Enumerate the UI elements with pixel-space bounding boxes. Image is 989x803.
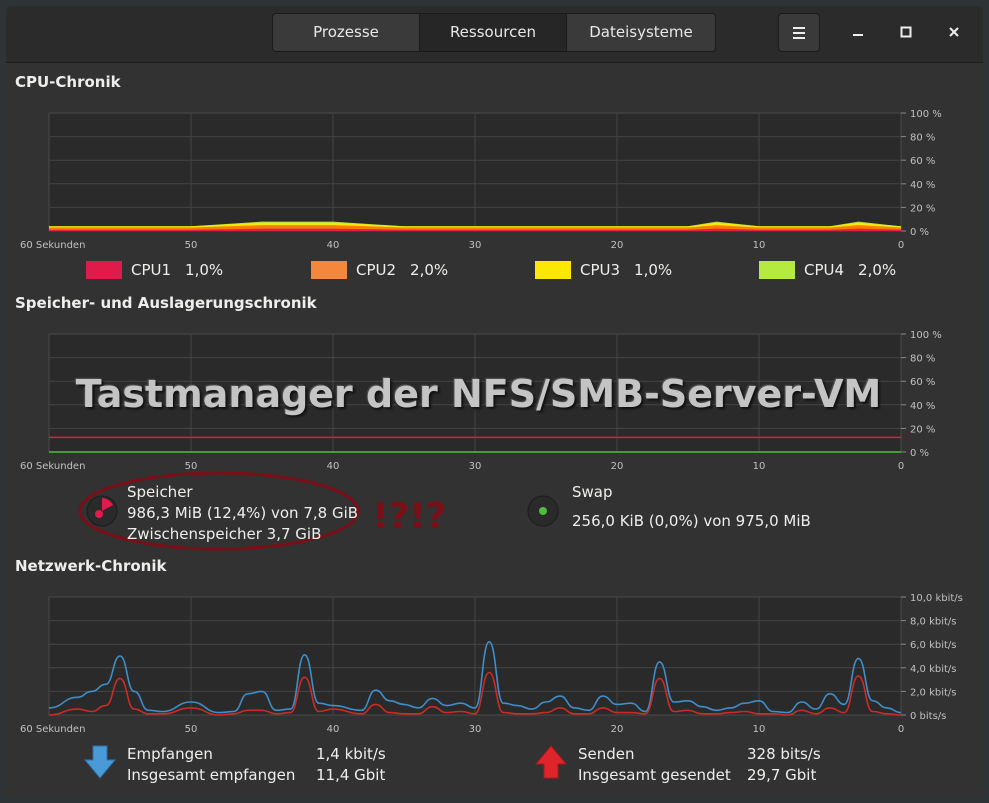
y-tick-label: 60 % [910,156,935,167]
header-bar: Prozesse Ressourcen Dateisysteme [6,6,983,63]
app-window: Prozesse Ressourcen Dateisysteme CPU-Chr… [6,6,983,797]
swap-info: Swap 256,0 KiB (0,0%) von 975,0 MiB [572,482,811,532]
swap-pie-icon [527,495,559,527]
cpu2-value: 2,0% [410,261,449,279]
send-label: Senden [578,745,635,763]
memory-section-title: Speicher- und Auslagerungschronik [15,294,317,312]
cpu2-color-swatch[interactable] [311,261,347,279]
send-rate: 328 bits/s [747,745,821,763]
memory-label: Speicher [127,483,193,501]
memory-info: Speicher 986,3 MiB (12,4%) von 7,8 GiB Z… [127,482,358,545]
x-tick-label: 20 [611,724,624,735]
y-tick-label: 20 % [910,424,935,435]
x-tick-label: 40 [327,724,340,735]
y-tick-label: 8,0 kbit/s [910,617,957,628]
receive-total-label: Insgesamt empfangen [127,766,296,784]
receive-label: Empfangen [127,745,213,763]
receive-rate: 1,4 kbit/s [316,745,386,763]
exclamation-annotation: !?!? [372,496,447,537]
memory-usage: 986,3 MiB (12,4%) von 7,8 GiB [127,504,359,522]
cpu1-label: CPU1 [131,261,172,279]
y-tick-label: 6,0 kbit/s [910,640,957,651]
cpu-history-chart: 60 Sekunden 50 40 30 20 10 0 100 % 80 % 60 % 40 % 2… [20,109,942,251]
y-tick-label: 20 % [910,203,935,214]
cpu-legend-cpu4: CPU4 2,0% [759,261,896,279]
x-tick-label: 30 [469,724,482,735]
view-switcher: Prozesse Ressourcen Dateisysteme [272,13,716,52]
x-tick-label: 60 Sekunden [20,724,85,735]
send-values: 328 bits/s 29,7 Gbit [747,744,821,786]
cpu1-value: 1,0% [185,261,224,279]
cpu-legend-cpu2: CPU2 2,0% [311,261,448,279]
y-tick-label: 10,0 kbit/s [910,593,963,604]
network-section-title: Netzwerk-Chronik [15,557,167,575]
x-tick-label: 60 Sekunden [20,240,85,251]
minimize-icon [853,34,863,36]
send-labels: Senden Insgesamt gesendet [578,744,731,786]
close-button[interactable] [934,13,974,50]
y-tick-label: 80 % [910,133,935,144]
x-tick-label: 50 [185,240,198,251]
cpu2-label: CPU2 [356,261,397,279]
x-tick-label: 30 [469,461,482,472]
cpu4-value: 2,0% [858,261,897,279]
overlay-caption: Tastmanager der NFS/SMB-Server-VM [75,372,882,416]
cpu-section-title: CPU-Chronik [15,73,121,91]
y-tick-label: 2,0 kbit/s [910,687,957,698]
cpu3-color-swatch[interactable] [535,261,571,279]
minimize-button[interactable] [838,13,878,50]
x-tick-label: 30 [469,240,482,251]
hamburger-icon [793,27,805,39]
memory-cache: Zwischenspeicher 3,7 GiB [127,525,322,543]
x-tick-label: 0 [898,461,904,472]
maximize-icon [900,26,912,38]
download-arrow-icon [84,745,116,779]
y-tick-label: 0 % [910,448,929,459]
send-total: 29,7 Gbit [747,766,817,784]
menu-button[interactable] [778,13,820,52]
y-tick-label: 100 % [910,330,942,341]
y-tick-label: 0 bits/s [910,711,946,722]
cpu1-color-swatch[interactable] [86,261,122,279]
upload-arrow-icon [535,745,567,779]
cpu4-color-swatch[interactable] [759,261,795,279]
y-tick-label: 4,0 kbit/s [910,664,957,675]
x-tick-label: 40 [327,240,340,251]
network-history-chart: 60 Sekunden 50 40 30 20 10 0 10,0 kbit/s 8,0 kbi… [20,593,963,735]
close-icon [949,27,959,37]
x-tick-label: 10 [753,724,766,735]
y-tick-label: 40 % [910,180,935,191]
tab-prozesse[interactable]: Prozesse [273,14,420,51]
x-tick-label: 10 [753,461,766,472]
receive-total: 11,4 Gbit [316,766,386,784]
x-tick-label: 20 [611,461,624,472]
x-tick-label: 10 [753,240,766,251]
y-tick-label: 100 % [910,109,942,120]
cpu3-label: CPU3 [580,261,621,279]
cpu-legend-cpu1: CPU1 1,0% [86,261,223,279]
tab-ressourcen[interactable]: Ressourcen [420,14,567,51]
tab-dateisysteme[interactable]: Dateisysteme [567,14,715,51]
swap-usage: 256,0 KiB (0,0%) von 975,0 MiB [572,512,811,530]
cpu3-value: 1,0% [634,261,673,279]
x-tick-label: 20 [611,240,624,251]
cpu-legend-cpu3: CPU3 1,0% [535,261,672,279]
y-tick-label: 0 % [910,227,929,238]
receive-values: 1,4 kbit/s 11,4 Gbit [316,744,386,786]
swap-label: Swap [572,483,613,501]
x-tick-label: 0 [898,724,904,735]
send-total-label: Insgesamt gesendet [578,766,731,784]
x-tick-label: 0 [898,240,904,251]
y-tick-label: 80 % [910,354,935,365]
x-tick-label: 50 [185,724,198,735]
cpu4-label: CPU4 [804,261,845,279]
receive-labels: Empfangen Insgesamt empfangen [127,744,295,786]
maximize-button[interactable] [886,13,926,50]
memory-pie-icon [86,495,118,527]
